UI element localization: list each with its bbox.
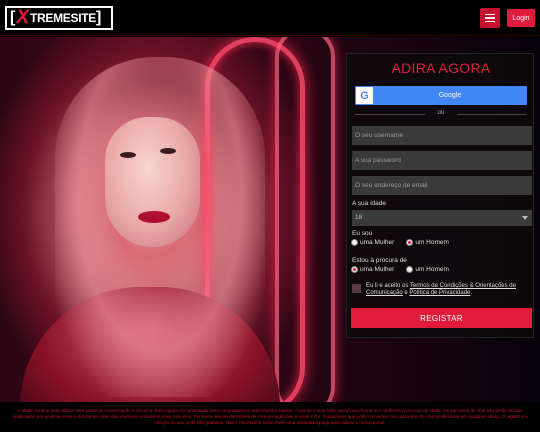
hamburger-icon (485, 13, 495, 16)
terms-prefix: Eu li e aceito os (366, 283, 410, 289)
gender-option-man[interactable]: um Homem (406, 239, 449, 246)
neon-light-decoration (275, 37, 335, 402)
terms-checkbox[interactable] (352, 284, 361, 293)
gender-option-man-label: um Homem (415, 239, 449, 246)
model-lips (138, 211, 170, 223)
or-divider: ou (355, 110, 527, 116)
chevron-down-icon (522, 216, 528, 220)
terms-text: Eu li e aceito os Termos de Condições & … (366, 283, 532, 297)
seeking-option-man[interactable]: um Homem (406, 266, 449, 273)
model-face (105, 117, 200, 247)
model-eye (120, 152, 136, 158)
radio-icon-selected (351, 266, 358, 273)
terms-suffix: . (470, 290, 473, 296)
password-input[interactable] (352, 151, 532, 170)
logo-bracket-left: [ (10, 9, 16, 26)
gender-option-woman[interactable]: uma Mulher (351, 239, 394, 246)
radio-icon-selected (406, 239, 414, 246)
google-button-label: Google (438, 92, 462, 99)
age-select-value: 18 (355, 214, 363, 221)
email-input[interactable] (352, 176, 532, 195)
logo-bracket-right: ] (96, 9, 102, 26)
site-logo[interactable]: [ X TREMESITE ] (5, 6, 113, 30)
gender-label: Eu sou (352, 230, 373, 237)
model-eye (160, 148, 176, 154)
hamburger-icon-bar (485, 17, 495, 19)
top-navbar: [ X TREMESITE ] Login (0, 0, 540, 36)
google-icon: G (356, 87, 373, 104)
seeking-label: Estou à procura de (352, 257, 407, 264)
google-signin-button[interactable]: G Google (355, 86, 527, 105)
seeking-option-woman[interactable]: uma Mulher (351, 266, 394, 273)
seeking-radio-group: uma Mulher um Homem (351, 266, 449, 273)
registration-title: ADIRA AGORA (391, 60, 491, 76)
logo-x: X (16, 7, 30, 28)
hamburger-icon-bar (485, 20, 495, 23)
hamburger-menu-button[interactable] (480, 8, 500, 28)
register-button[interactable]: REGISTAR (351, 308, 532, 328)
login-button[interactable]: Login (507, 9, 535, 27)
logo-text: TREMESITE (30, 11, 96, 25)
seeking-option-man-label: um Homem (415, 266, 449, 273)
registration-panel: ADIRA AGORA G Google ou A sua idade 18 E… (346, 53, 534, 338)
footer-disclaimer: A idade mínima para utilizar este portal… (0, 402, 540, 432)
gender-option-woman-label: uma Mulher (360, 239, 395, 246)
seeking-option-woman-label: uma Mulher (360, 266, 395, 273)
username-input[interactable] (352, 126, 532, 145)
age-label: A sua idade (352, 200, 386, 207)
radio-icon (406, 266, 414, 273)
terms-agreement: Eu li e aceito os Termos de Condições & … (352, 283, 532, 297)
radio-icon (351, 239, 358, 246)
age-select[interactable]: 18 (352, 210, 532, 226)
privacy-link[interactable]: Política de Privacidade (409, 290, 470, 296)
gender-radio-group: uma Mulher um Homem (351, 239, 449, 246)
